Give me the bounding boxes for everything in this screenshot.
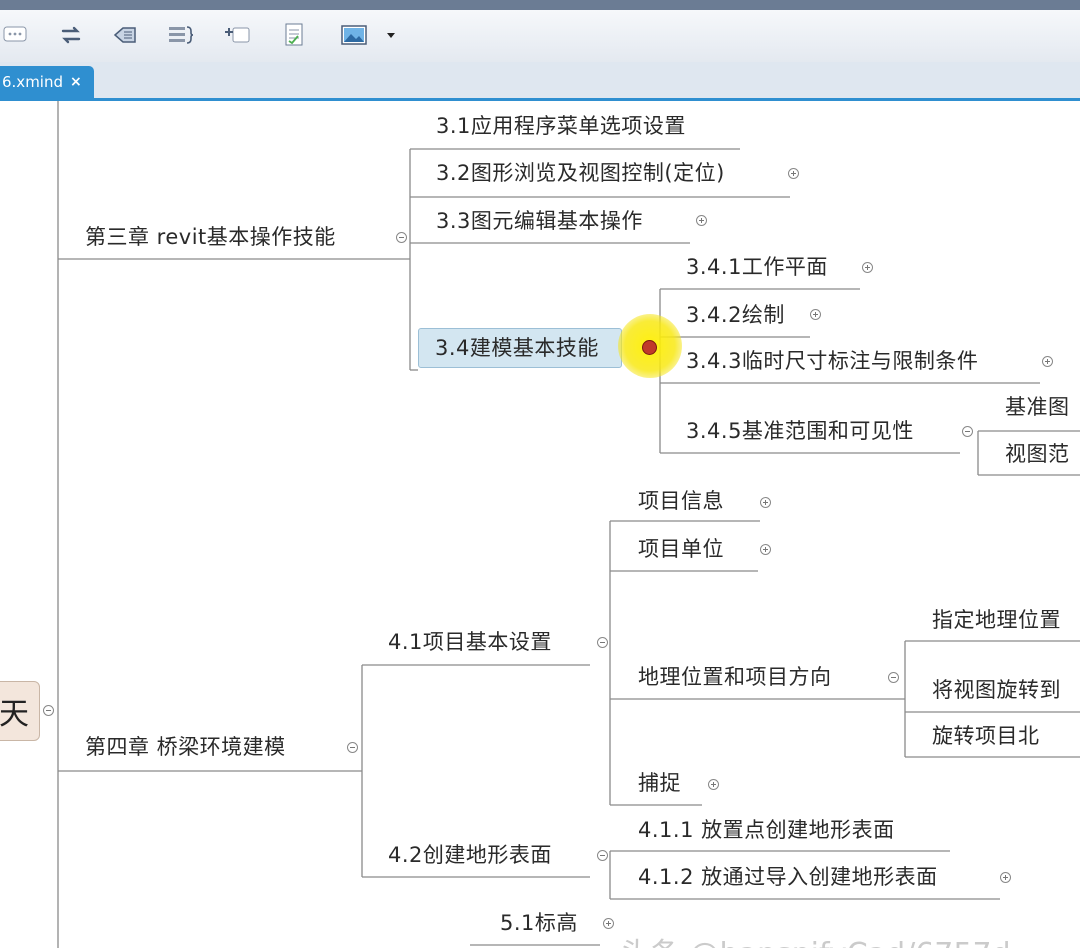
- toolbar: [0, 10, 1080, 63]
- dropdown-arrow-icon[interactable]: [376, 20, 406, 50]
- topic-4-2-2[interactable]: 4.1.2 放通过导入创建地形表面: [638, 863, 938, 891]
- topic-3-4-2[interactable]: 3.4.2绘制: [686, 301, 785, 329]
- topic-4-2[interactable]: 4.2创建地形表面: [388, 841, 552, 869]
- topic-4-1-c-1[interactable]: 指定地理位置: [932, 606, 1061, 634]
- tab-file-label: 6.xmind: [2, 73, 63, 91]
- central-topic-label: 天: [0, 697, 29, 732]
- expand-toggle-icon[interactable]: [810, 309, 821, 320]
- collapse-toggle-icon[interactable]: [888, 672, 899, 683]
- expand-toggle-icon[interactable]: [603, 918, 614, 929]
- topic-3-4-5-a[interactable]: 基准图: [1005, 393, 1070, 421]
- topic-3-3[interactable]: 3.3图元编辑基本操作: [436, 207, 643, 235]
- expand-toggle-icon[interactable]: [788, 168, 799, 179]
- topic-chapter3[interactable]: 第三章 revit基本操作技能: [85, 223, 336, 251]
- cursor-icon: [642, 340, 657, 355]
- notes-icon[interactable]: [278, 20, 310, 50]
- summary-icon[interactable]: [164, 20, 196, 50]
- expand-toggle-icon[interactable]: [760, 544, 771, 555]
- topic-4-1-d[interactable]: 捕捉: [638, 769, 681, 797]
- expand-toggle-icon[interactable]: [708, 779, 719, 790]
- collapse-toggle-icon[interactable]: [597, 850, 608, 861]
- watermark: 头条 @bansnifyCad/6757d: [620, 929, 1011, 948]
- label-icon[interactable]: [109, 20, 141, 50]
- expand-toggle-icon[interactable]: [1000, 872, 1011, 883]
- comment-icon[interactable]: [0, 20, 32, 50]
- topic-3-4-1[interactable]: 3.4.1工作平面: [686, 253, 828, 281]
- collapse-toggle-icon[interactable]: [347, 742, 358, 753]
- expand-toggle-icon[interactable]: [862, 262, 873, 273]
- topic-4-1-c-2[interactable]: 将视图旋转到: [932, 676, 1061, 704]
- topic-3-4-selected[interactable]: 3.4建模基本技能: [418, 328, 622, 368]
- topic-4-1-a[interactable]: 项目信息: [638, 487, 724, 515]
- topic-3-4-3[interactable]: 3.4.3临时尺寸标注与限制条件: [686, 347, 978, 375]
- image-icon[interactable]: [338, 20, 370, 50]
- topic-5-1[interactable]: 5.1标高: [500, 909, 578, 937]
- tab-strip: 6.xmind ×: [0, 62, 1080, 101]
- topic-3-2[interactable]: 3.2图形浏览及视图控制(定位): [436, 159, 725, 187]
- expand-toggle-icon[interactable]: [1042, 356, 1053, 367]
- topic-4-1-c[interactable]: 地理位置和项目方向: [638, 663, 832, 691]
- link-icon[interactable]: [55, 20, 87, 50]
- topic-3-4-5[interactable]: 3.4.5基准范围和可见性: [686, 417, 914, 445]
- collapse-toggle-icon[interactable]: [43, 705, 54, 716]
- topic-4-1[interactable]: 4.1项目基本设置: [388, 628, 552, 656]
- mind-map-canvas[interactable]: 天 第三章 revit基本操作技能 3.1应用程序菜单选项设置 3.2图形浏览及…: [0, 101, 1080, 948]
- topic-4-1-c-3[interactable]: 旋转项目北: [932, 722, 1040, 750]
- topic-3-1[interactable]: 3.1应用程序菜单选项设置: [436, 112, 686, 140]
- expand-toggle-icon[interactable]: [760, 497, 771, 508]
- central-topic[interactable]: 天: [0, 681, 40, 741]
- expand-toggle-icon[interactable]: [696, 215, 707, 226]
- collapse-toggle-icon[interactable]: [396, 232, 407, 243]
- topic-3-4-5-b[interactable]: 视图范: [1005, 440, 1070, 468]
- topic-4-1-b[interactable]: 项目单位: [638, 535, 724, 563]
- collapse-toggle-icon[interactable]: [962, 426, 973, 437]
- add-topic-icon[interactable]: [222, 20, 254, 50]
- collapse-toggle-icon[interactable]: [597, 637, 608, 648]
- close-icon[interactable]: ×: [70, 74, 82, 90]
- window-title-bar: [0, 0, 1080, 10]
- tab-file[interactable]: 6.xmind ×: [0, 66, 94, 98]
- topic-4-2-1[interactable]: 4.1.1 放置点创建地形表面: [638, 816, 895, 844]
- topic-chapter4[interactable]: 第四章 桥梁环境建模: [85, 733, 286, 761]
